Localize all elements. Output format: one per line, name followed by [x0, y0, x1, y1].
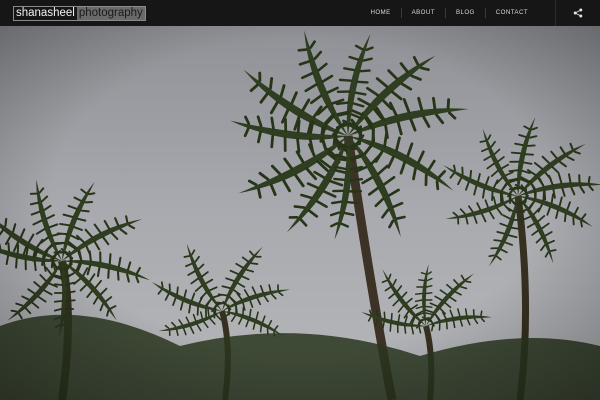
page: shanasheel photography HOME ABOUT BLOG C… [0, 0, 600, 400]
share-icon [573, 8, 583, 18]
vignette-overlay [0, 26, 600, 400]
nav-about-link[interactable]: ABOUT [400, 8, 445, 18]
logo-text-secondary: photography [76, 7, 145, 20]
share-button[interactable] [555, 0, 600, 26]
nav-contact-link[interactable]: CONTACT [484, 8, 538, 18]
logo-text-primary: shanasheel [14, 7, 77, 20]
top-navigation-bar: shanasheel photography HOME ABOUT BLOG C… [0, 0, 600, 26]
site-logo[interactable]: shanasheel photography [13, 6, 146, 21]
nav-blog-link[interactable]: BLOG [444, 8, 485, 18]
nav-home-link[interactable]: HOME [360, 8, 400, 18]
main-nav: HOME ABOUT BLOG CONTACT [360, 0, 538, 26]
hero-image [0, 26, 600, 400]
